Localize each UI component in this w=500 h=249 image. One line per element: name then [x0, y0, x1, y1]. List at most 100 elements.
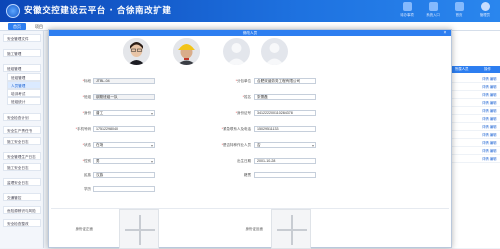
sidebar-item[interactable]: 安全管理文件 — [3, 34, 41, 42]
sidebar-item[interactable]: 危险源辨识与风险 — [3, 206, 41, 214]
field-label-text: 状态 — [84, 143, 91, 147]
field-label: 学历 — [41, 187, 91, 192]
row-action-links[interactable]: 详情 编辑 — [482, 123, 497, 131]
sidebar-item[interactable]: 班组管理 — [7, 73, 41, 81]
home-icon — [454, 2, 464, 11]
field-label-text: 是否特种作业人员 — [223, 143, 251, 147]
sidebar-item[interactable]: 培训考试 — [7, 89, 41, 97]
sidebar-item[interactable]: 交通管控 — [3, 193, 41, 201]
column-header-personnel: 所属人员 — [455, 67, 469, 71]
sidebar-item[interactable]: 班组管理 — [3, 64, 41, 72]
personnel-photo-2[interactable] — [173, 38, 200, 65]
column-header-action: 操作 — [484, 67, 491, 71]
modal-title: 修改人员 — [242, 31, 258, 35]
field-select[interactable]: 男 — [93, 158, 155, 164]
row-action-links[interactable]: 详情 编辑 — [482, 99, 497, 107]
row-action-links[interactable]: 详情 编辑 — [482, 91, 497, 99]
sidebar-item[interactable]: 安全检查整改 — [3, 219, 41, 227]
notification-button[interactable]: 待办事项 — [398, 2, 416, 17]
field-label-text: 身份 — [84, 111, 91, 115]
row-action-links[interactable]: 详情 编辑 — [482, 147, 497, 155]
man-with-helmet-photo — [173, 38, 200, 65]
field-label-text: 分包单位 — [237, 79, 251, 83]
modal-header: 修改人员 × — [49, 30, 451, 36]
placeholder-person-icon — [265, 43, 284, 65]
row-action-links[interactable]: 详情 编辑 — [482, 131, 497, 139]
row-action-links[interactable]: 详情 编辑 — [482, 115, 497, 123]
field-input[interactable]: 张蕾磊 — [254, 94, 316, 100]
right-table-panel: 所属人员 操作 详情 编辑 详情 编辑 详情 编辑 详情 编辑 详情 编辑 详情 编辑 详情… — [451, 31, 500, 248]
tab-project[interactable]: 项目 — [30, 23, 48, 30]
id-card-front-upload[interactable] — [119, 209, 159, 249]
sidebar: 安全管理文件 施工管理 班组管理 班组管理 人员管理 培训考试 班组统计 安全检查计划 安全生产… — [0, 31, 44, 248]
personnel-photo-1[interactable] — [123, 38, 150, 65]
field-input[interactable]: 2001-10-28 — [254, 158, 316, 164]
id-card-back-upload[interactable] — [271, 209, 311, 249]
id-card-back-label: 身份证反面 — [245, 227, 264, 231]
grid-icon — [428, 2, 438, 11]
table-row: 详情 编辑 — [452, 83, 500, 91]
field-label: 民族 — [41, 173, 91, 178]
field-label-text: 出生日期 — [237, 159, 251, 163]
field-label-text: 紧急联系人及电话 — [223, 127, 251, 131]
app-title: 安徽交控建设云平台 · 合徐南改扩建 — [24, 6, 172, 16]
table-row: 详情 编辑 — [452, 99, 500, 107]
field-label-text: 姓名 — [244, 95, 251, 99]
sidebar-item[interactable]: 安全生产责任书 — [3, 126, 41, 134]
row-action-links[interactable]: 详情 编辑 — [482, 83, 497, 91]
sidebar-item[interactable]: 安全管理生产日志 — [3, 152, 41, 160]
table-row: 详情 编辑 — [452, 155, 500, 163]
sidebar-item[interactable]: 施工安全日志 — [3, 163, 41, 171]
field-label-text: 身份证号 — [237, 111, 251, 115]
sidebar-item[interactable]: 施工管理 — [3, 49, 41, 57]
top-bar: 安徽交控建设云平台 · 合徐南改扩建 待办事项 系统入口 首页 管理员 — [0, 0, 500, 22]
field-input[interactable]: 15029511133 — [254, 126, 316, 132]
row-action-links[interactable]: 详情 编辑 — [482, 155, 497, 163]
close-icon[interactable]: × — [442, 30, 448, 36]
user-menu[interactable]: 管理员 — [476, 2, 494, 17]
row-action-links[interactable]: 详情 编辑 — [482, 139, 497, 147]
sidebar-item[interactable]: 监理安全日志 — [3, 178, 41, 186]
row-action-links[interactable]: 详情 编辑 — [482, 75, 497, 83]
field-input[interactable]: 17512298040 — [93, 126, 155, 132]
sidebar-item[interactable]: 安全检查计划 — [3, 113, 41, 121]
woman-with-glasses-photo — [123, 38, 150, 65]
field-select[interactable]: 在场 — [93, 142, 155, 148]
field-select[interactable]: 否 — [254, 142, 316, 148]
field-label: 籍贯 — [201, 173, 251, 178]
table-row: 详情 编辑 — [452, 139, 500, 147]
table-row: 详情 编辑 — [452, 147, 500, 155]
sidebar-item[interactable]: 班组统计 — [7, 97, 41, 105]
field-label: *身份证号 — [201, 111, 251, 116]
field-label: *状态 — [41, 143, 91, 148]
field-input[interactable] — [93, 186, 155, 192]
row-action-links[interactable]: 详情 编辑 — [482, 107, 497, 115]
edit-personnel-modal: 修改人员 × *标段 JTBL-04 *班组 钢筋班组一队 *身份 普工 ▾ *… — [48, 29, 452, 249]
sidebar-item[interactable]: 人员管理 — [7, 81, 41, 89]
field-label: *身份 — [41, 111, 91, 116]
empty-photo-slot-2[interactable] — [261, 38, 288, 65]
field-label-text: 籍贯 — [244, 173, 251, 177]
field-label: *是否特种作业人员 — [201, 143, 251, 148]
form-divider — [51, 208, 449, 209]
field-input[interactable]: 合肥双涵劳务工程有限公司 — [254, 78, 316, 84]
field-input[interactable]: JTBL-04 — [93, 78, 155, 84]
tab-home[interactable]: 首页 — [8, 23, 26, 30]
table-row: 详情 编辑 — [452, 107, 500, 115]
table-row: 详情 编辑 — [452, 115, 500, 123]
field-label-text: 手机号码 — [77, 127, 91, 131]
field-label-text: 性别 — [84, 159, 91, 163]
field-input[interactable]: 341222200110284378 — [254, 110, 316, 116]
top-icon-group: 待办事项 系统入口 首页 管理员 — [398, 2, 494, 17]
field-input[interactable] — [254, 172, 316, 178]
field-input[interactable]: 汉族 — [93, 172, 155, 178]
sidebar-item[interactable]: 施工安全日志 — [3, 137, 41, 145]
field-input[interactable]: 钢筋班组一队 — [93, 94, 155, 100]
portal-button[interactable]: 系统入口 — [424, 2, 442, 17]
table-row: 详情 编辑 — [452, 131, 500, 139]
home-button[interactable]: 首页 — [450, 2, 468, 17]
avatar-icon — [480, 2, 490, 11]
field-select[interactable]: 普工 — [93, 110, 155, 116]
empty-photo-slot-1[interactable] — [223, 38, 250, 65]
table-row: 详情 编辑 — [452, 91, 500, 99]
